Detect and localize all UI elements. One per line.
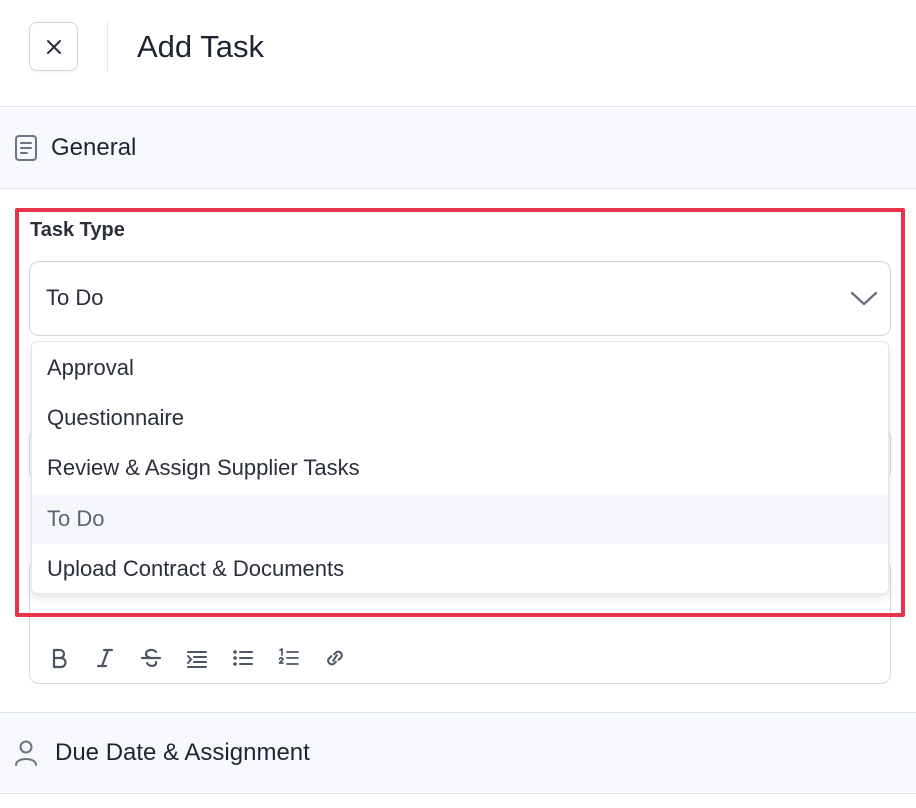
option-review-assign-supplier-tasks[interactable]: Review & Assign Supplier Tasks [32,443,888,493]
task-type-value: To Do [46,285,104,310]
section-general[interactable]: General [0,108,916,189]
option-upload-contract-documents[interactable]: Upload Contract & Documents [32,544,888,593]
bullet-list-icon[interactable] [231,646,255,670]
task-type-label: Task Type [30,219,125,241]
option-to-do[interactable]: To Do [32,494,888,544]
section-due-date-assignment[interactable]: Due Date & Assignment [0,712,916,794]
task-type-dropdown: Approval Questionnaire Review & Assign S… [31,341,889,594]
option-questionnaire[interactable]: Questionnaire [32,393,888,443]
option-approval[interactable]: Approval [32,343,888,393]
page-title: Add Task [137,29,264,64]
section-due-label: Due Date & Assignment [55,739,310,766]
header: Add Task [0,0,916,107]
close-icon [46,39,61,54]
strikethrough-icon[interactable] [139,646,163,670]
task-type-select[interactable]: To Do [29,261,891,336]
chevron-down-icon [850,291,878,306]
link-icon[interactable] [323,646,347,670]
section-general-label: General [51,134,137,161]
close-button[interactable] [29,22,78,71]
editor-toolbar [47,646,369,670]
indent-list-icon[interactable] [185,646,209,670]
bold-icon[interactable] [47,646,71,670]
header-divider [107,20,108,72]
italic-icon[interactable] [93,646,117,670]
person-icon [15,740,37,766]
numbered-list-icon[interactable] [277,646,301,670]
document-icon [15,135,37,161]
